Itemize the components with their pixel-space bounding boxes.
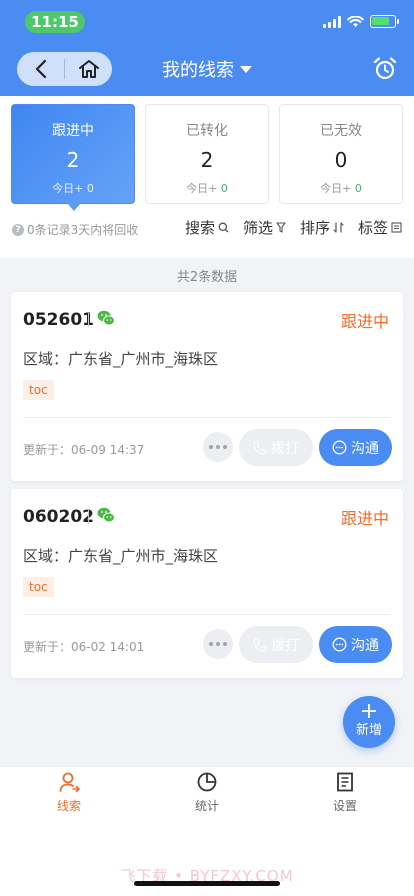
lead-status: 跟进中 <box>340 312 389 331</box>
tab-label: 设置 <box>332 799 357 813</box>
id-divider <box>88 510 89 524</box>
stat-card-converted[interactable]: 已转化 2 今日+ 0 <box>145 104 269 204</box>
lead-card[interactable]: 060202 跟进中 区域：广东省_广州市_海珠区 toc 更新于：06-02 … <box>11 489 403 678</box>
stat-label: 已无效 <box>320 123 362 139</box>
status-icons <box>323 15 399 28</box>
status-bar: 11:15 <box>0 0 414 44</box>
wechat-icon <box>97 310 115 326</box>
chat-bubble-icon <box>332 637 347 652</box>
battery-icon <box>370 15 399 28</box>
lead-tag: toc <box>23 577 54 597</box>
page-title: 我的线索 <box>162 60 234 81</box>
chevron-left-icon <box>35 59 46 79</box>
tag-button[interactable]: 标签 <box>358 217 402 238</box>
home-indicator <box>134 881 280 886</box>
card-divider <box>23 417 391 418</box>
filter-icon <box>276 222 286 233</box>
result-count: 共2条数据 <box>176 270 238 285</box>
recycle-note-text: 0条记录3天内将回收 <box>27 223 139 237</box>
filter-button[interactable]: 筛选 <box>243 217 286 238</box>
stat-today: 今日+ 0 <box>186 182 228 195</box>
wechat-icon <box>97 507 115 523</box>
call-label: 拨打 <box>271 440 299 457</box>
search-button[interactable]: 搜索 <box>185 217 229 238</box>
chat-button[interactable]: 沟通 <box>319 429 392 466</box>
toolbar: 搜索 筛选 排序 标签 <box>185 217 402 238</box>
plus-icon: + <box>359 699 379 724</box>
lead-card[interactable]: 052601 跟进中 区域：广东省_广州市_海珠区 toc 更新于：06-09 … <box>11 292 403 481</box>
stat-count: 0 <box>334 148 348 172</box>
lead-id: 052601 <box>23 310 94 330</box>
chat-button[interactable]: 沟通 <box>319 626 392 663</box>
lead-updated: 更新于：06-02 14:01 <box>23 640 145 654</box>
tab-stats[interactable]: 统计 <box>167 771 247 814</box>
lead-status: 跟进中 <box>340 509 389 528</box>
card-divider <box>23 614 391 615</box>
tab-label: 线索 <box>56 799 81 813</box>
page-title-dropdown[interactable]: 我的线索 <box>162 56 252 82</box>
search-icon <box>218 222 229 233</box>
id-divider <box>88 313 89 327</box>
add-lead-button[interactable]: + 新增 <box>343 696 395 748</box>
tag-label: 标签 <box>357 219 388 237</box>
tag-icon <box>391 222 402 233</box>
lead-region: 区域：广东省_广州市_海珠区 <box>23 547 219 565</box>
tab-settings[interactable]: 设置 <box>305 771 385 814</box>
home-icon <box>78 60 99 78</box>
alarm-clock-icon[interactable] <box>372 56 398 82</box>
stat-count: 2 <box>66 148 80 172</box>
cellular-signal-icon <box>323 15 341 28</box>
settings-icon <box>337 772 353 792</box>
status-time: 11:15 <box>25 11 85 33</box>
stats-panel: 跟进中 2 今日+ 0 已转化 2 今日+ 0 已无效 0 今日+ 0 ? 0条… <box>0 96 414 258</box>
recycle-note: ? 0条记录3天内将回收 <box>12 221 138 238</box>
stat-label: 已转化 <box>186 123 228 139</box>
call-button[interactable]: 拨打 <box>239 626 313 663</box>
lead-updated: 更新于：06-09 14:37 <box>23 443 145 457</box>
wifi-icon <box>347 15 364 27</box>
home-button[interactable] <box>65 52 112 86</box>
stat-count: 2 <box>200 148 214 172</box>
stat-card-following[interactable]: 跟进中 2 今日+ 0 <box>11 104 135 211</box>
stat-today: 今日+ 0 <box>320 182 362 195</box>
lead-id: 060202 <box>23 507 94 527</box>
add-lead-label: 新增 <box>355 723 382 738</box>
more-button[interactable] <box>203 432 233 462</box>
sort-icon <box>333 222 344 233</box>
sort-label: 排序 <box>299 219 330 237</box>
chat-bubble-icon <box>332 440 347 455</box>
phone-icon <box>253 637 267 652</box>
tab-leads[interactable]: 线索 <box>29 771 109 814</box>
lead-tag: toc <box>23 380 54 400</box>
bottom-tab-bar: 线索 统计 设置 飞下载 • BYFZXY.COM <box>0 766 414 896</box>
phone-icon <box>253 440 267 455</box>
back-button[interactable] <box>17 52 64 86</box>
more-button[interactable] <box>203 629 233 659</box>
stat-today: 今日+ 0 <box>52 182 94 195</box>
caret-down-icon <box>240 65 252 73</box>
filter-label: 筛选 <box>242 219 273 237</box>
app-header: 11:15 我的线索 <box>0 0 414 96</box>
pie-chart-icon <box>197 772 217 792</box>
nav-capsule <box>17 52 112 86</box>
chat-label: 沟通 <box>351 440 379 457</box>
chat-label: 沟通 <box>351 637 379 654</box>
stat-label: 跟进中 <box>52 123 94 139</box>
lead-region: 区域：广东省_广州市_海珠区 <box>23 350 219 368</box>
call-button[interactable]: 拨打 <box>239 429 313 466</box>
sort-button[interactable]: 排序 <box>300 217 344 238</box>
stat-card-invalid[interactable]: 已无效 0 今日+ 0 <box>279 104 403 204</box>
tab-label: 统计 <box>194 799 219 813</box>
search-label: 搜索 <box>184 219 215 237</box>
call-label: 拨打 <box>271 637 299 654</box>
question-circle-icon[interactable]: ? <box>12 223 24 236</box>
person-icon <box>59 772 80 793</box>
